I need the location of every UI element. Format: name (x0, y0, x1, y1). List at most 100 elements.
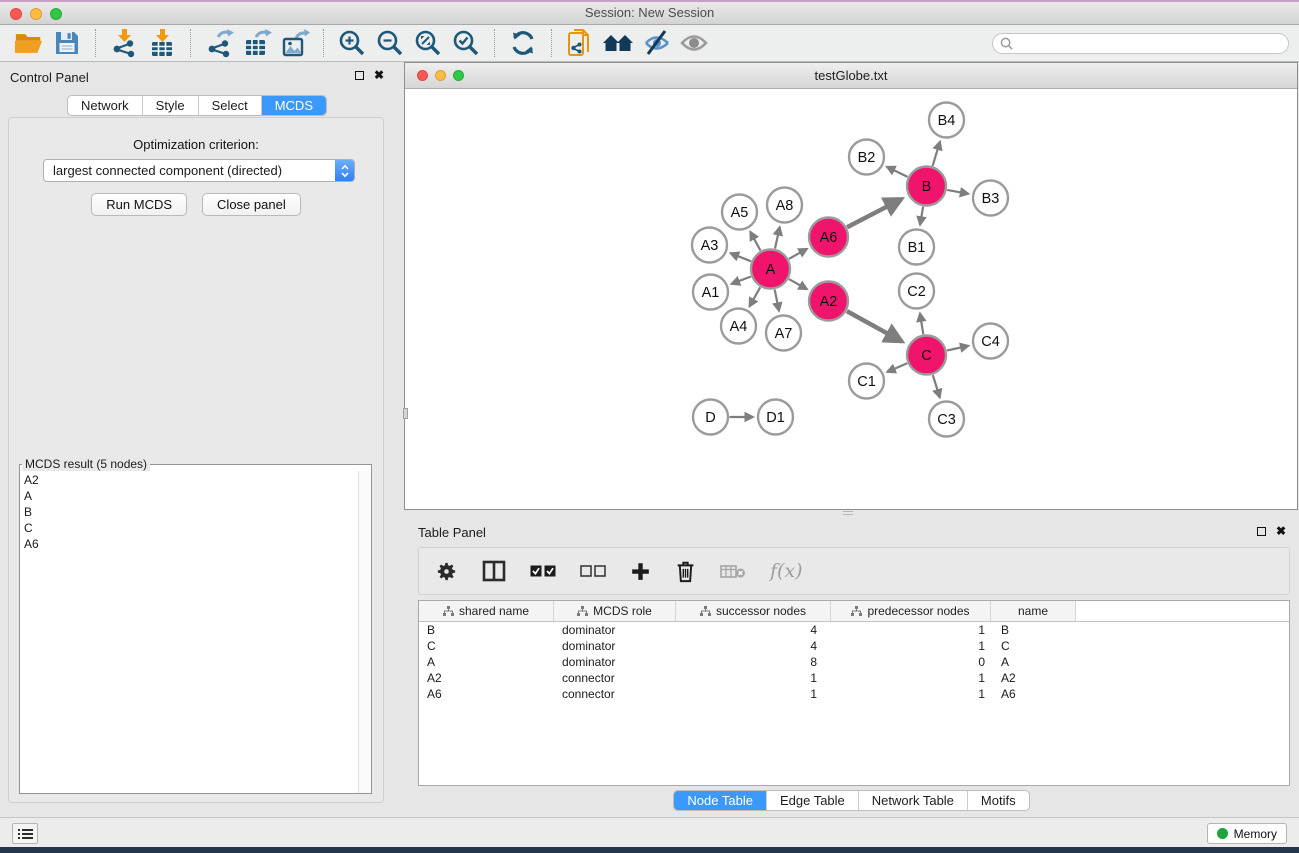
list-item[interactable]: C (24, 520, 357, 536)
graph-node-label: A8 (776, 198, 794, 214)
zoom-network-window-button[interactable] (453, 70, 464, 81)
graph-edge[interactable] (887, 167, 908, 177)
column-header-shared-name[interactable]: shared name (419, 601, 554, 621)
tab-edge-table[interactable]: Edge Table (766, 791, 858, 810)
list-item[interactable]: B (24, 504, 357, 520)
close-table-panel-icon[interactable]: ✖ (1276, 526, 1286, 536)
table-row[interactable]: A2 connector 1 1 A2 (419, 670, 1289, 686)
toolbar-separator (95, 29, 96, 57)
attribute-icon (443, 606, 454, 616)
graph-edge[interactable] (947, 346, 969, 351)
column-header-mcds-role[interactable]: MCDS role (554, 601, 676, 621)
export-image-button[interactable] (276, 27, 314, 59)
list-item[interactable]: A (24, 488, 357, 504)
close-window-button[interactable] (10, 8, 22, 20)
close-network-window-button[interactable] (417, 70, 428, 81)
tab-network-table[interactable]: Network Table (858, 791, 967, 810)
graph-edge[interactable] (731, 253, 752, 261)
graph-edge[interactable] (947, 190, 968, 194)
delete-columns-button[interactable] (675, 560, 696, 583)
home-button[interactable] (599, 27, 637, 59)
import-table-button[interactable] (143, 27, 181, 59)
hide-labels-button[interactable] (637, 27, 675, 59)
close-panel-button[interactable]: Close panel (202, 193, 301, 216)
node-table: shared name MCDS role successor nodes pr… (418, 600, 1290, 786)
list-item[interactable]: A6 (24, 536, 357, 552)
table-row[interactable]: A dominator 8 0 A (419, 654, 1289, 670)
zoom-window-button[interactable] (50, 8, 62, 20)
graph-edge[interactable] (775, 227, 780, 249)
run-mcds-button[interactable]: Run MCDS (91, 193, 187, 216)
graph-node-label: D1 (766, 410, 785, 426)
export-table-button[interactable] (238, 27, 276, 59)
graph-edge[interactable] (732, 277, 751, 284)
search-input[interactable] (1018, 35, 1281, 51)
zoom-selected-button[interactable] (447, 27, 485, 59)
graph-edge[interactable] (775, 290, 779, 311)
tab-network[interactable]: Network (68, 96, 142, 115)
refresh-button[interactable] (504, 27, 542, 59)
deselect-all-columns-button[interactable] (580, 565, 606, 577)
graph-node-label: B3 (982, 191, 1000, 207)
tab-style[interactable]: Style (142, 96, 198, 115)
network-canvas-svg[interactable]: AA1A2A3A4A5A6A7A8BB1B2B3B4CC1C2C3C4DD1 (405, 89, 1297, 509)
criterion-selected-value: largest connected component (directed) (53, 163, 282, 178)
show-columns-button[interactable] (482, 560, 506, 582)
graph-edge[interactable] (920, 207, 923, 225)
minimize-window-button[interactable] (30, 8, 42, 20)
export-network-button[interactable] (200, 27, 238, 59)
memory-button[interactable]: Memory (1207, 823, 1287, 844)
open-session-button[interactable] (10, 27, 48, 59)
table-row[interactable]: A6 connector 1 1 A6 (419, 686, 1289, 702)
graph-edge[interactable] (789, 279, 807, 289)
clone-network-button[interactable] (561, 27, 599, 59)
list-item[interactable]: A2 (24, 472, 357, 488)
horizontal-divider-grip[interactable] (843, 511, 853, 515)
create-column-button[interactable] (630, 561, 651, 582)
table-row[interactable]: B dominator 4 1 B (419, 622, 1289, 638)
graph-edge[interactable] (847, 311, 902, 341)
graph-edge[interactable] (750, 232, 760, 251)
graph-edge[interactable] (847, 199, 901, 227)
import-network-button[interactable] (105, 27, 143, 59)
column-header-predecessor-nodes[interactable]: predecessor nodes (831, 601, 991, 621)
graph-edge[interactable] (933, 375, 940, 398)
mcds-result-list: A2 A B C A6 (20, 471, 357, 793)
column-header-name[interactable]: name (991, 601, 1076, 621)
zoom-fit-button[interactable] (409, 27, 447, 59)
search-field[interactable] (992, 33, 1289, 54)
graph-edge[interactable] (920, 313, 923, 334)
tab-mcds[interactable]: MCDS (261, 96, 326, 115)
graph-edge[interactable] (933, 142, 940, 166)
float-panel-icon[interactable] (355, 71, 364, 80)
clone-network-icon (566, 28, 594, 58)
criterion-select[interactable]: largest connected component (directed) (43, 159, 355, 182)
graph-node-label: C (921, 348, 931, 364)
tab-node-table[interactable]: Node Table (674, 791, 766, 810)
save-session-button[interactable] (48, 27, 86, 59)
panel-divider-grip[interactable] (403, 408, 408, 419)
visibility-button[interactable] (675, 27, 713, 59)
tab-select[interactable]: Select (198, 96, 261, 115)
close-panel-icon[interactable]: ✖ (374, 70, 384, 80)
delete-table-button[interactable] (720, 563, 746, 579)
column-header-successor-nodes[interactable]: successor nodes (676, 601, 831, 621)
graph-edge[interactable] (750, 287, 761, 306)
network-canvas[interactable]: AA1A2A3A4A5A6A7A8BB1B2B3B4CC1C2C3C4DD1 (405, 89, 1297, 509)
graph-edge[interactable] (789, 249, 807, 259)
table-settings-button[interactable] (435, 560, 458, 583)
minimize-network-window-button[interactable] (435, 70, 446, 81)
graph-edge[interactable] (887, 363, 907, 372)
network-window-titlebar[interactable]: testGlobe.txt (405, 63, 1297, 89)
tab-motifs[interactable]: Motifs (967, 791, 1029, 810)
select-all-columns-button[interactable] (530, 565, 556, 577)
function-builder-button[interactable]: f(x) (770, 560, 803, 582)
select-stepper[interactable] (335, 159, 355, 182)
zoom-out-button[interactable] (371, 27, 409, 59)
result-scrollbar[interactable] (358, 471, 371, 793)
status-bar: Memory (0, 817, 1299, 847)
task-history-button[interactable] (12, 823, 38, 844)
float-table-panel-icon[interactable] (1257, 527, 1266, 536)
table-row[interactable]: C dominator 4 1 C (419, 638, 1289, 654)
zoom-in-button[interactable] (333, 27, 371, 59)
